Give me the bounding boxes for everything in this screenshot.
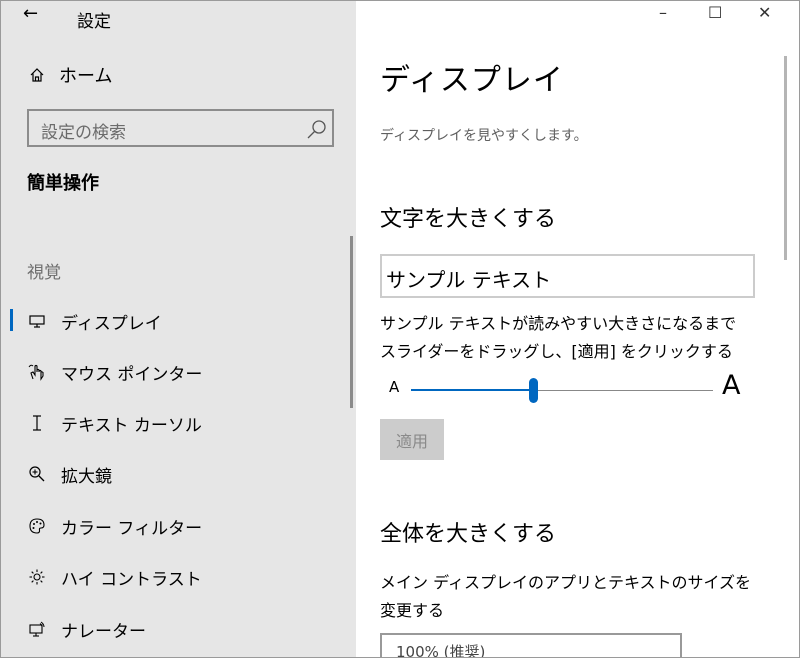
search-icon[interactable] [305,118,329,140]
text-size-slider-thumb[interactable] [529,378,538,403]
narrator-icon [26,620,48,638]
sidebar-item-label: ハイ コントラスト [61,569,202,590]
slider-min-label: A [389,378,400,396]
sidebar-item-display[interactable]: ディスプレイ [1,298,346,344]
scale-heading: 全体を大きくする [380,522,557,547]
text-cursor-icon [26,414,48,432]
slider-track-filled[interactable] [411,389,533,391]
slider-max-label: A [722,370,741,401]
sidebar: ← 設定 ホーム 設定の検索 簡単操作 視覚 ディスプレイ マウス ポインター … [1,1,356,657]
slider-track[interactable] [533,390,713,391]
apply-button[interactable]: 適用 [380,419,444,460]
sidebar-scrollbar[interactable] [350,236,353,408]
monitor-icon [26,313,48,329]
sidebar-item-narrator[interactable]: ナレーター [1,606,346,652]
sidebar-item-color-filter[interactable]: カラー フィルター [1,503,346,549]
text-size-heading: 文字を大きくする [380,207,557,232]
main-scrollbar[interactable] [784,56,787,260]
sidebar-item-label: ディスプレイ [61,313,162,334]
search-placeholder: 設定の検索 [41,123,126,143]
instruction-line: スライダーをドラッグし、[適用] をクリックする [380,342,733,361]
back-arrow-icon[interactable]: ← [23,3,38,24]
minimize-button[interactable]: – [659,3,667,22]
settings-search-input[interactable]: 設定の検索 [27,109,334,147]
sample-text-preview: サンプル テキスト [380,254,755,298]
section-heading-vision: 視覚 [27,263,61,283]
magnifier-icon [26,465,48,483]
scale-instruction: メイン ディスプレイのアプリとテキストのサイズを 変更する [380,569,751,625]
sidebar-item-magnifier[interactable]: 拡大鏡 [1,451,346,497]
scale-dropdown[interactable]: 100% (推奨) [380,633,682,658]
sample-text: サンプル テキスト [386,268,552,292]
page-description: ディスプレイを見やすくします。 [380,128,588,144]
sidebar-item-label: ナレーター [61,621,146,642]
instruction-line: サンプル テキストが読みやすい大きさになるまで [380,314,737,333]
app-title: 設定 [77,12,111,32]
settings-window: ← 設定 ホーム 設定の検索 簡単操作 視覚 ディスプレイ マウス ポインター … [0,0,800,658]
sidebar-item-label: マウス ポインター [61,364,203,385]
page-title: ディスプレイ [380,63,564,98]
sidebar-item-text-cursor[interactable]: テキスト カーソル [1,400,346,446]
sidebar-item-label: 拡大鏡 [61,466,112,487]
text-size-instruction: サンプル テキストが読みやすい大きさになるまで スライダーをドラッグし、[適用]… [380,310,736,366]
scale-dropdown-value: 100% (推奨) [396,643,486,658]
instruction-line: メイン ディスプレイのアプリとテキストのサイズを [380,573,752,592]
home-nav-item[interactable]: ホーム [29,62,112,88]
main-content: – ☐ ✕ ディスプレイ ディスプレイを見やすくします。 文字を大きくする サン… [356,1,799,657]
home-icon [30,68,44,82]
sidebar-item-label: カラー フィルター [61,518,203,539]
close-button[interactable]: ✕ [758,3,771,22]
maximize-button[interactable]: ☐ [708,3,722,22]
category-heading: 簡単操作 [27,173,99,194]
palette-icon [26,517,48,535]
sidebar-item-label: テキスト カーソル [61,415,202,436]
sidebar-item-mouse-pointer[interactable]: マウス ポインター [1,349,346,395]
home-label: ホーム [59,66,113,87]
brightness-icon [26,568,48,586]
sidebar-item-high-contrast[interactable]: ハイ コントラスト [1,554,346,600]
pointer-hand-icon [26,363,48,381]
selection-indicator [10,309,13,331]
instruction-line: 変更する [380,601,445,620]
